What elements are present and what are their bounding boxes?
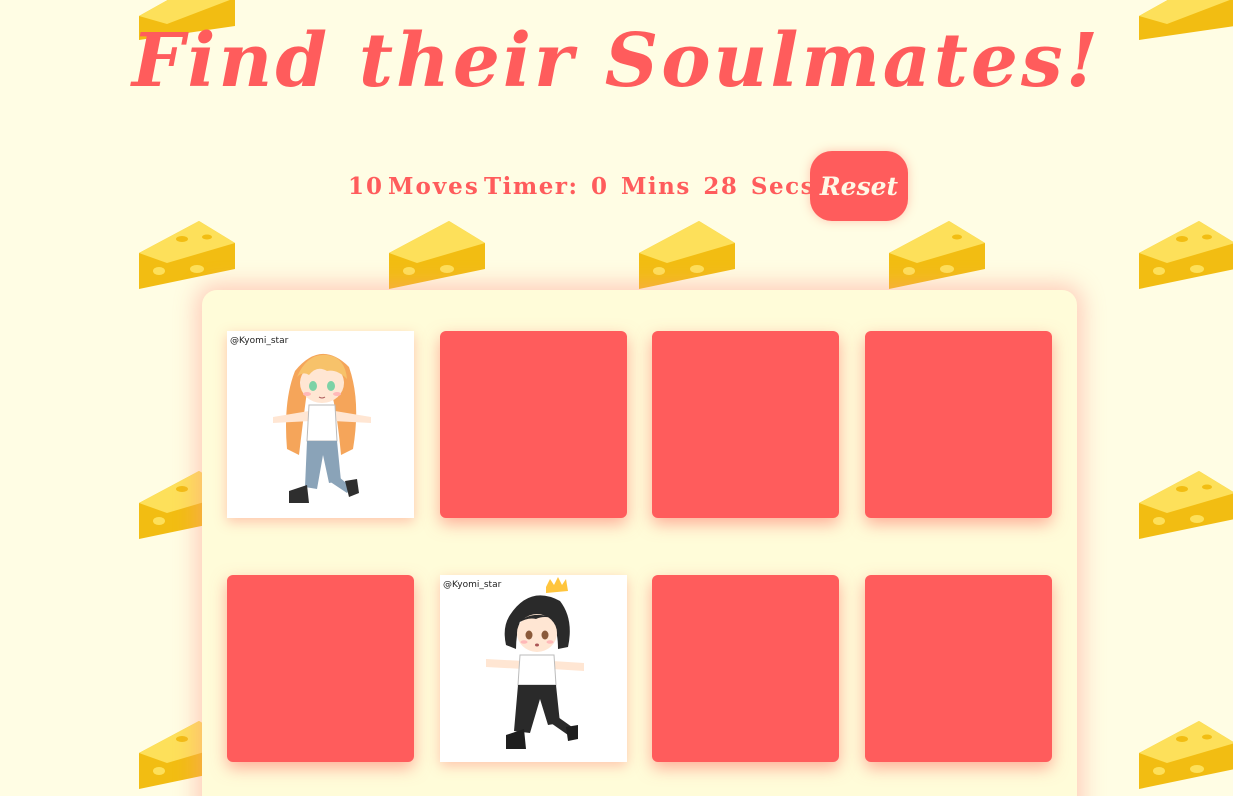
cheese-icon bbox=[889, 221, 985, 289]
reset-button[interactable]: Reset bbox=[810, 151, 908, 221]
score-panel: 10 Moves Timer: 0 Mins 28 Secs bbox=[0, 170, 1233, 204]
card-8-closed[interactable] bbox=[865, 575, 1052, 762]
cheese-icon bbox=[1139, 721, 1233, 789]
card-6-open[interactable]: @Kyomi_star bbox=[440, 575, 627, 762]
moves-counter: 10 Moves bbox=[348, 173, 480, 200]
cheese-icon bbox=[639, 221, 735, 289]
card-2-closed[interactable] bbox=[440, 331, 627, 518]
cheese-icon bbox=[1139, 471, 1233, 539]
card-4-closed[interactable] bbox=[865, 331, 1052, 518]
cheese-icon bbox=[1139, 221, 1233, 289]
card-7-closed[interactable] bbox=[652, 575, 839, 762]
moves-count: 10 bbox=[348, 173, 385, 200]
cheese-icon bbox=[389, 221, 485, 289]
card-3-closed[interactable] bbox=[652, 331, 839, 518]
card-1-open[interactable]: @Kyomi_star bbox=[227, 331, 414, 518]
cheese-icon bbox=[139, 221, 235, 289]
dark-haired-boy-character-icon bbox=[486, 577, 584, 749]
blonde-girl-character-icon bbox=[273, 353, 371, 503]
timer: Timer: 0 Mins 28 Secs bbox=[484, 173, 816, 200]
card-5-closed[interactable] bbox=[227, 575, 414, 762]
page-title: Find their Soulmates! bbox=[131, 18, 1102, 104]
moves-label: Moves bbox=[388, 173, 480, 200]
card-deck: @Kyomi_star @Kyomi_star bbox=[202, 290, 1077, 796]
